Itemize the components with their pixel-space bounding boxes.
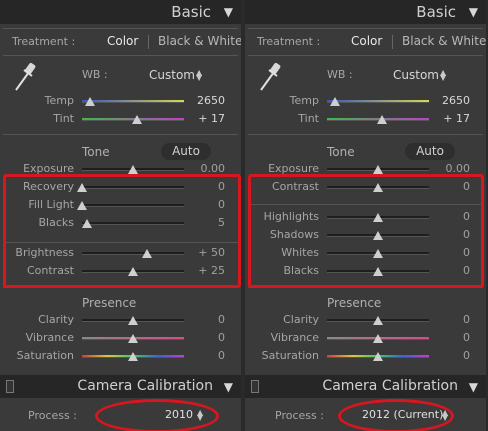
presence-heading: Presence: [327, 296, 382, 310]
tone-heading: Tone: [82, 145, 110, 159]
slider-thumb[interactable]: [373, 334, 383, 343]
slider-thumb[interactable]: [128, 334, 138, 343]
treatment-label: Treatment :: [12, 35, 76, 48]
basic-panel-header[interactable]: Basic ▼: [245, 0, 486, 24]
divider: [248, 55, 483, 56]
basic-panel-left: Basic ▼ Treatment : Color Black & White …: [0, 0, 241, 431]
slider-thumb[interactable]: [128, 316, 138, 325]
process-label: Process :: [28, 409, 77, 422]
collapse-triangle-icon[interactable]: ▼: [469, 5, 478, 19]
basic-panel-right: Basic ▼ Treatment : Color Black & White …: [245, 0, 486, 431]
divider: [248, 134, 483, 135]
slider-label: Temp: [289, 94, 319, 107]
slider-label: Saturation: [16, 349, 74, 362]
slider-track[interactable]: [82, 100, 184, 103]
camera-calibration-header[interactable]: Camera Calibration ▼: [245, 375, 486, 399]
process-label: Process :: [275, 409, 324, 422]
slider-thumb[interactable]: [373, 165, 383, 174]
slider-label: Vibrance: [270, 331, 319, 344]
slider-thumb[interactable]: [373, 352, 383, 361]
slider-thumb[interactable]: [132, 115, 143, 124]
slider-value[interactable]: 0: [218, 349, 225, 362]
slider-value[interactable]: 2650: [197, 94, 225, 107]
divider: [148, 35, 149, 49]
divider: [392, 35, 393, 49]
treatment-label: Treatment :: [257, 35, 321, 48]
wb-select[interactable]: Custom: [393, 68, 439, 82]
divider: [248, 28, 483, 29]
auto-tone-button[interactable]: Auto: [161, 143, 211, 160]
slider-label: Tint: [53, 112, 74, 125]
panel-toggle-switch[interactable]: [251, 380, 259, 393]
wb-select[interactable]: Custom: [149, 68, 195, 82]
tone-heading: Tone: [327, 145, 355, 159]
treatment-color-option[interactable]: Color: [107, 34, 138, 48]
slider-value[interactable]: 0: [463, 349, 470, 362]
eyedropper-icon[interactable]: [12, 60, 38, 94]
slider-thumb[interactable]: [128, 352, 138, 361]
slider-value[interactable]: + 17: [198, 112, 225, 125]
wb-label: WB :: [82, 68, 108, 81]
highlight-box: [3, 174, 241, 288]
slider-thumb[interactable]: [330, 97, 341, 106]
panel-toggle-switch[interactable]: [6, 380, 14, 393]
camera-calibration-title: Camera Calibration: [322, 378, 458, 394]
slider-value[interactable]: 0: [463, 331, 470, 344]
slider-label: Clarity: [38, 313, 74, 326]
basic-panel-header[interactable]: Basic ▼: [0, 0, 241, 24]
slider-label: Clarity: [283, 313, 319, 326]
slider-label: Tint: [298, 112, 319, 125]
slider-label: Temp: [44, 94, 74, 107]
panel-title: Basic: [171, 3, 211, 21]
slider-thumb[interactable]: [373, 316, 383, 325]
camera-calibration-header[interactable]: Camera Calibration ▼: [0, 375, 241, 399]
slider-value[interactable]: 0: [463, 313, 470, 326]
auto-tone-button[interactable]: Auto: [405, 143, 455, 160]
slider-value[interactable]: 0: [218, 313, 225, 326]
slider-thumb[interactable]: [128, 165, 138, 174]
treatment-bw-option[interactable]: Black & White: [158, 34, 241, 48]
collapse-triangle-icon[interactable]: ▼: [469, 380, 478, 394]
slider-thumb[interactable]: [377, 115, 388, 124]
presence-heading: Presence: [82, 296, 137, 310]
treatment-bw-option[interactable]: Black & White: [402, 34, 486, 48]
panel-title: Basic: [416, 3, 456, 21]
highlight-oval: [95, 399, 219, 431]
eyedropper-icon[interactable]: [257, 60, 283, 94]
slider-value[interactable]: + 17: [443, 112, 470, 125]
divider: [3, 134, 238, 135]
updown-arrow-icon[interactable]: ▲ ▼: [196, 69, 202, 82]
collapse-triangle-icon[interactable]: ▼: [224, 380, 233, 394]
treatment-color-option[interactable]: Color: [351, 34, 382, 48]
slider-track[interactable]: [327, 100, 429, 103]
wb-label: WB :: [327, 68, 353, 81]
updown-arrow-icon[interactable]: ▲ ▼: [440, 69, 446, 82]
collapse-triangle-icon[interactable]: ▼: [224, 5, 233, 19]
slider-thumb[interactable]: [85, 97, 96, 106]
slider-value[interactable]: 2650: [442, 94, 470, 107]
slider-label: Saturation: [261, 349, 319, 362]
divider: [3, 55, 238, 56]
highlight-oval: [338, 399, 454, 431]
divider: [3, 28, 238, 29]
camera-calibration-title: Camera Calibration: [77, 378, 213, 394]
highlight-box: [248, 174, 484, 288]
slider-label: Vibrance: [25, 331, 74, 344]
slider-value[interactable]: 0: [218, 331, 225, 344]
